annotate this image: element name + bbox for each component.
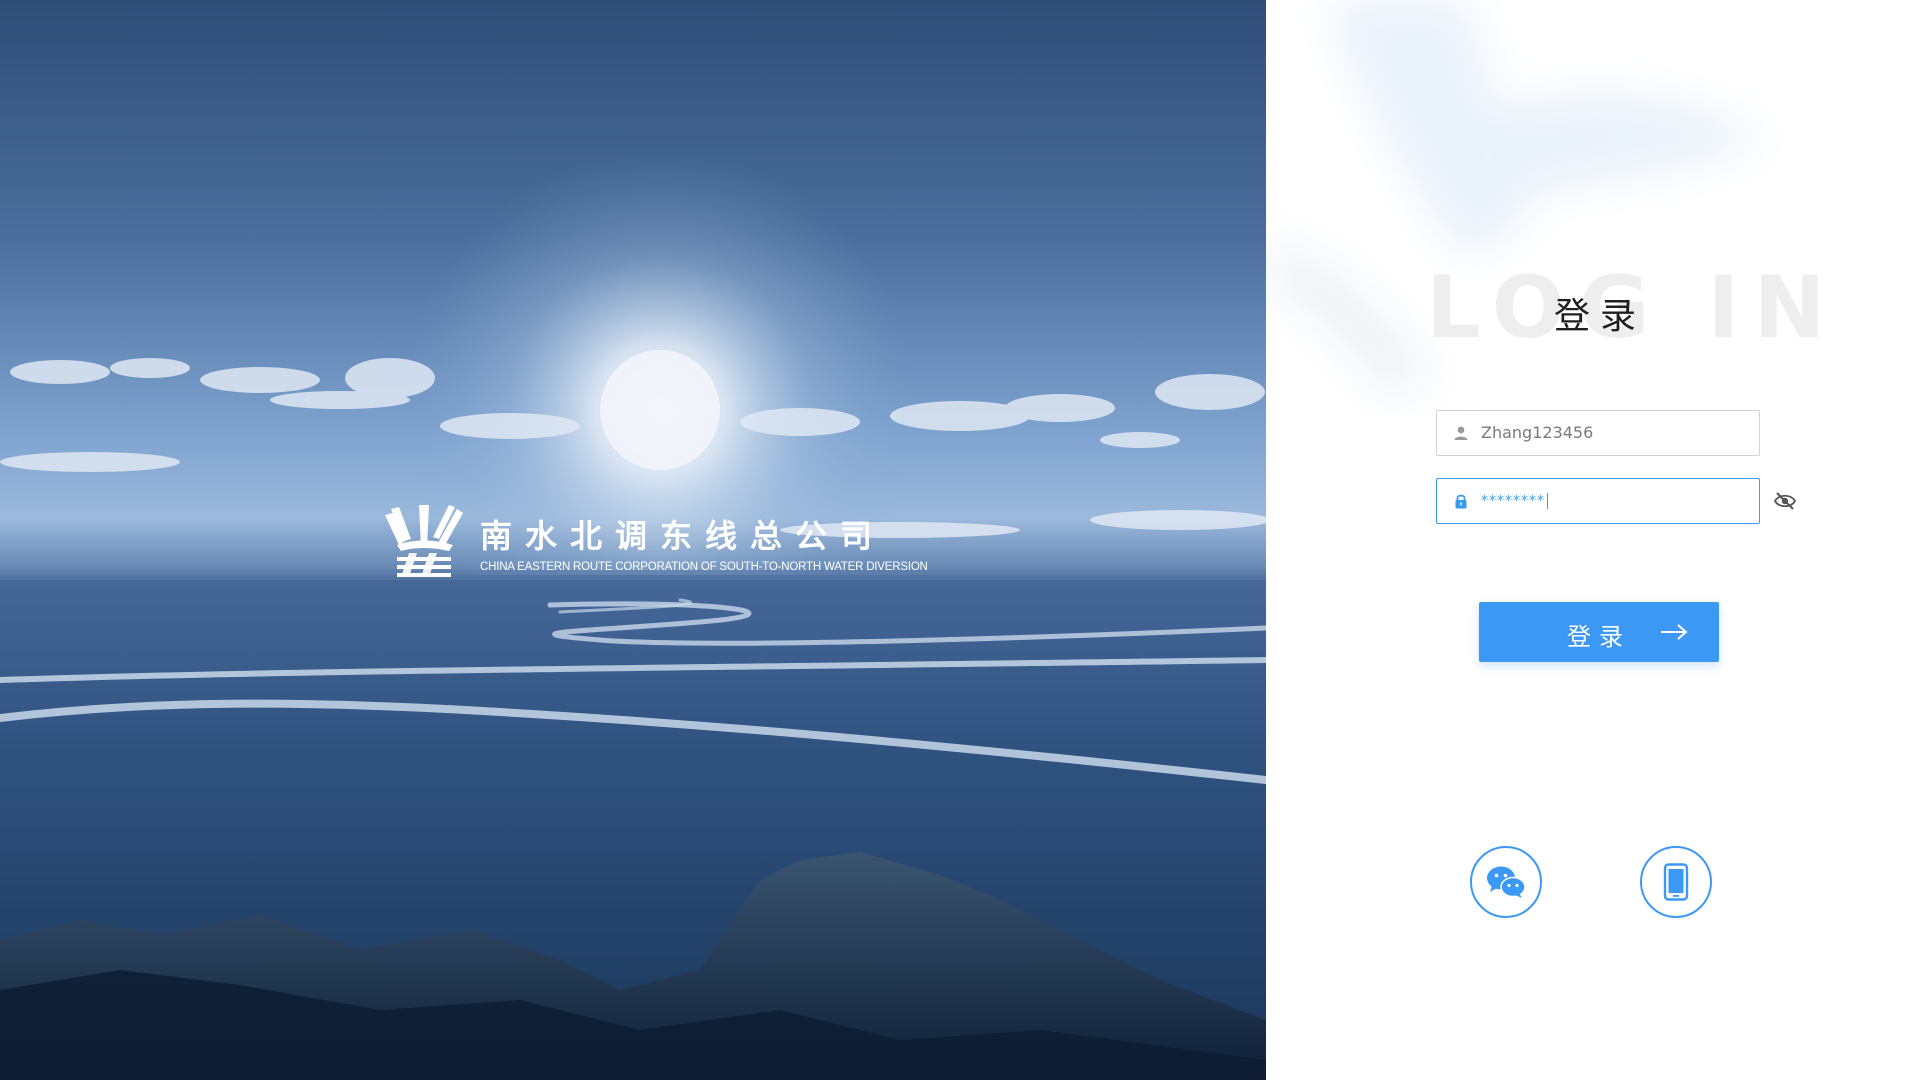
eye-off-icon[interactable] <box>1774 491 1796 511</box>
company-logo-icon <box>385 505 463 577</box>
login-submit-button[interactable]: 登录 <box>1479 602 1719 662</box>
password-masked-text: ******** <box>1481 493 1545 509</box>
login-page: 南水北调东线总公司 CHINA EASTERN ROUTE CORPORATIO… <box>0 0 1920 1080</box>
company-logo: 南水北调东线总公司 CHINA EASTERN ROUTE CORPORATIO… <box>383 505 928 585</box>
lock-icon <box>1455 494 1467 509</box>
mobile-login-button[interactable] <box>1640 846 1712 918</box>
text-caret <box>1547 493 1548 509</box>
wechat-icon <box>1487 866 1526 898</box>
login-submit-label: 登录 <box>1567 623 1631 651</box>
username-value: Zhang123456 <box>1481 423 1594 442</box>
user-icon <box>1454 426 1468 440</box>
mobile-phone-icon <box>1663 863 1689 901</box>
username-input[interactable]: Zhang123456 <box>1436 410 1760 456</box>
login-title: 登录 <box>1553 296 1646 337</box>
wechat-login-button[interactable] <box>1470 846 1542 918</box>
hero-panel: 南水北调东线总公司 CHINA EASTERN ROUTE CORPORATIO… <box>0 0 1266 1080</box>
password-input[interactable]: ******** <box>1436 478 1760 524</box>
company-name-en: CHINA EASTERN ROUTE CORPORATION OF SOUTH… <box>480 561 928 573</box>
arrow-right-icon <box>1661 624 1688 640</box>
company-name-cn: 南水北调东线总公司 <box>480 517 886 555</box>
login-panel: LOG IN 登录 Zhang123456 ******** 登录 <box>1266 0 1920 1080</box>
password-value: ******** <box>1481 493 1548 509</box>
